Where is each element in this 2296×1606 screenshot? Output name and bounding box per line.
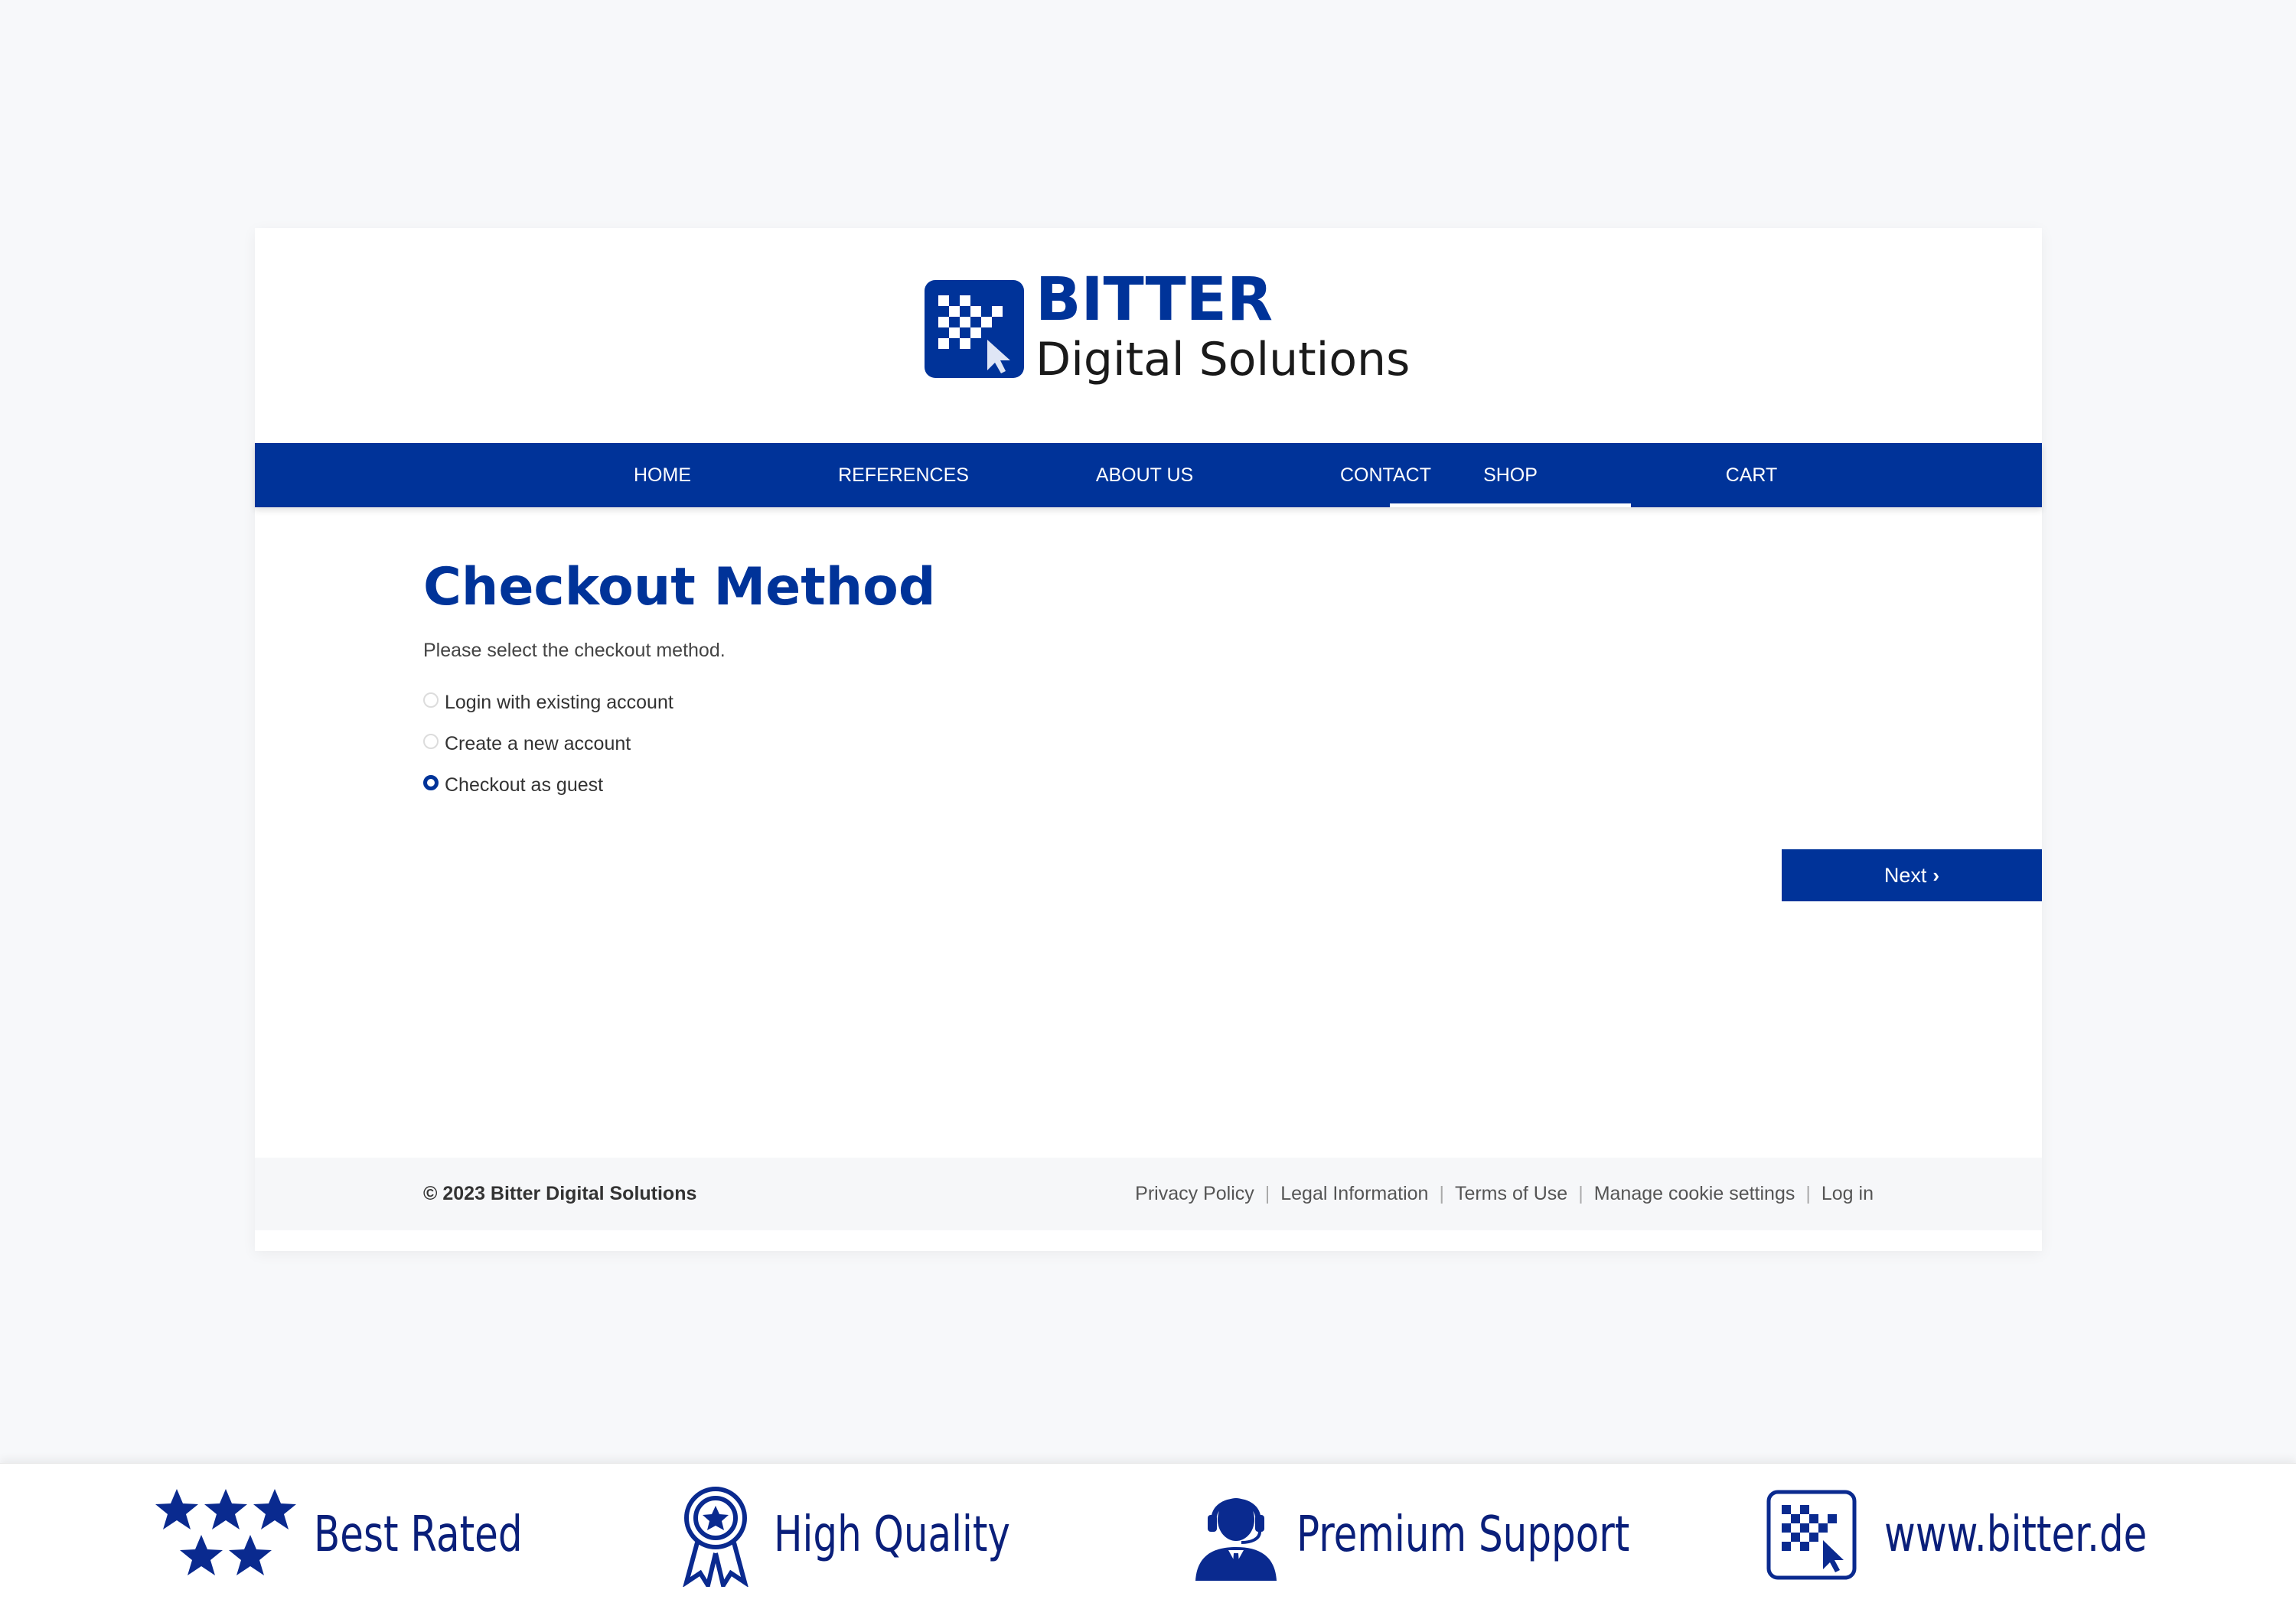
radio-button[interactable] [423,734,439,749]
trust-label: Premium Support [1296,1507,1630,1563]
footer-links: Privacy Policy | Legal Information | Ter… [1135,1158,1874,1230]
main-navigation: HOME REFERENCES ABOUT US CONTACT SHOP CA… [255,443,2042,507]
brand-subtitle: Digital Solutions [1035,333,1411,386]
manage-cookie-settings-link[interactable]: Manage cookie settings [1594,1158,1795,1230]
nav-item-about-us[interactable]: ABOUT US [1024,443,1265,507]
terms-of-use-link[interactable]: Terms of Use [1455,1158,1567,1230]
stars-icon [155,1489,296,1575]
nav-item-references[interactable]: REFERENCES [783,443,1024,507]
trust-label: Best Rated [314,1507,523,1563]
copyright-text: © 2023 Bitter Digital Solutions [423,1183,697,1204]
separator: | [1805,1183,1811,1204]
separator: | [1578,1183,1583,1204]
bitter-logo-icon [1766,1490,1857,1580]
page-footer: © 2023 Bitter Digital Solutions Privacy … [255,1158,2042,1230]
trust-label: High Quality [774,1507,1010,1563]
privacy-policy-link[interactable]: Privacy Policy [1135,1158,1254,1230]
next-button-label: Next [1883,863,1927,887]
trust-bar: Best Rated High Quality Premium Support … [0,1463,2296,1606]
radio-button-selected[interactable] [423,775,439,790]
radio-button[interactable] [423,692,439,708]
chevron-right-icon: › [1932,863,1940,887]
support-agent-icon [1195,1498,1277,1581]
trust-item-best-rated: Best Rated [153,1464,581,1606]
trust-item-high-quality: High Quality [677,1464,1077,1606]
page-title: Checkout Method [423,557,936,617]
legal-information-link[interactable]: Legal Information [1280,1158,1428,1230]
bitter-logo-icon [925,280,1024,378]
site-logo[interactable]: BITTER Digital Solutions [925,265,1410,386]
option-login-existing[interactable]: Login with existing account [423,687,673,718]
award-ribbon-icon [683,1487,748,1587]
option-create-account[interactable]: Create a new account [423,728,631,759]
website-link[interactable]: www.bitter.de [1884,1507,2147,1563]
nav-item-home[interactable]: HOME [542,443,783,507]
trust-item-premium-support: Premium Support [1194,1464,1724,1606]
brand-title: BITTER [1035,265,1274,334]
option-label: Checkout as guest [445,774,604,796]
separator: | [1439,1183,1444,1204]
page-subtitle: Please select the checkout method. [423,640,726,661]
option-label: Create a new account [445,732,631,754]
log-in-link[interactable]: Log in [1821,1158,1874,1230]
trust-item-website[interactable]: www.bitter.de [1766,1464,2221,1606]
next-button[interactable]: Next › [1782,849,2042,901]
nav-item-cart[interactable]: CART [1631,443,1872,507]
page-card: BITTER Digital Solutions HOME REFERENCES… [255,228,2042,1251]
option-checkout-guest[interactable]: Checkout as guest [423,770,603,800]
separator: | [1264,1183,1270,1204]
nav-item-shop[interactable]: SHOP [1390,443,1631,507]
option-label: Login with existing account [445,691,673,713]
